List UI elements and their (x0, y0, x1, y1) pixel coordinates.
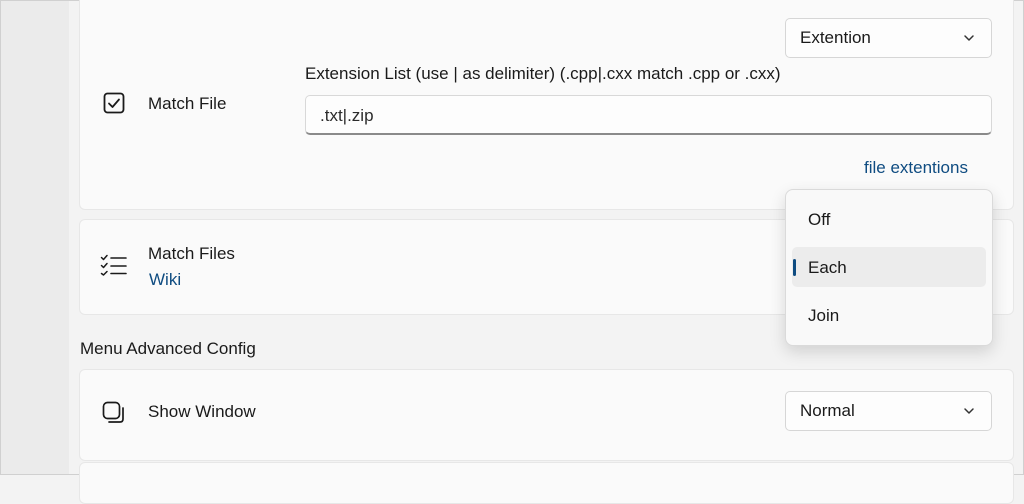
dropdown-option-label: Off (808, 210, 831, 229)
show-window-label: Show Window (148, 402, 256, 421)
file-extensions-link[interactable]: file extentions (864, 158, 968, 178)
match-files-label: Match Files (148, 244, 235, 263)
extension-list-value: .txt|.zip (320, 106, 374, 125)
checkbox-icon (103, 92, 125, 114)
dropdown-option-off[interactable]: Off (792, 199, 986, 239)
dropdown-option-each[interactable]: Each (792, 247, 986, 287)
navigation-pane (1, 1, 69, 474)
wiki-link[interactable]: Wiki (149, 270, 181, 290)
dropdown-option-label: Join (808, 306, 840, 325)
show-window-value: Normal (800, 401, 855, 420)
selection-indicator (793, 259, 796, 276)
chevron-down-icon (964, 408, 974, 414)
checklist-icon (100, 254, 127, 276)
next-setting-card (79, 462, 1014, 504)
match-mode-value: Extention (800, 28, 871, 47)
extension-list-label: Extension List (use | as delimiter) (.cp… (305, 64, 781, 83)
window-stack-icon (102, 401, 124, 423)
chevron-down-icon (964, 35, 974, 41)
dropdown-option-label: Each (808, 258, 847, 277)
match-mode-select[interactable]: Extention (785, 18, 992, 58)
section-title: Menu Advanced Config (80, 339, 256, 358)
match-file-label: Match File (148, 94, 227, 113)
match-files-dropdown: Off Each Join (785, 189, 993, 346)
show-window-select[interactable]: Normal (785, 391, 992, 431)
extension-list-input[interactable]: .txt|.zip (305, 95, 992, 135)
dropdown-option-join[interactable]: Join (792, 295, 986, 335)
